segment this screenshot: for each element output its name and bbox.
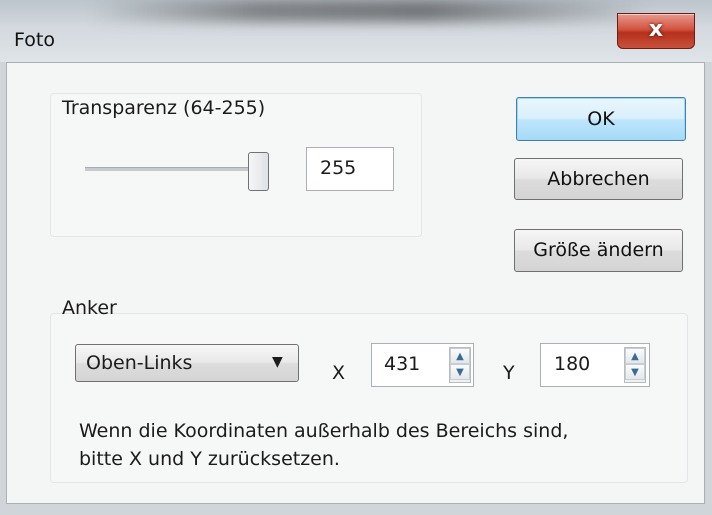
close-button[interactable]: x xyxy=(617,13,695,49)
title-bar[interactable]: Foto x xyxy=(0,0,712,62)
y-spinner-down-icon[interactable]: ▼ xyxy=(625,364,645,380)
transparency-slider-thumb[interactable] xyxy=(248,152,269,191)
title-bar-background xyxy=(90,0,650,22)
y-spinner[interactable]: ▲ ▼ xyxy=(624,347,646,383)
resize-button[interactable]: Größe ändern xyxy=(514,229,683,272)
x-spinner-up-icon[interactable]: ▲ xyxy=(450,348,470,364)
transparency-slider-track[interactable] xyxy=(85,167,267,171)
y-spinner-up-icon[interactable]: ▲ xyxy=(625,348,645,364)
anchor-label: Anker xyxy=(62,297,117,319)
dialog-body: Transparenz (64-255) 255 OK Abbrechen Gr… xyxy=(6,62,705,504)
y-label: Y xyxy=(503,362,515,384)
cancel-button[interactable]: Abbrechen xyxy=(514,158,683,200)
chevron-down-icon: ▼ xyxy=(272,354,283,370)
transparency-label: Transparenz (64-255) xyxy=(62,97,266,119)
x-spinner-down-icon[interactable]: ▼ xyxy=(450,364,470,380)
ok-button[interactable]: OK xyxy=(516,97,686,141)
window-title: Foto xyxy=(14,29,55,51)
close-icon: x xyxy=(648,17,664,42)
coordinate-hint-line-2: bitte X und Y zurücksetzen. xyxy=(79,448,340,470)
transparency-input[interactable]: 255 xyxy=(306,147,394,191)
dialog-window: Foto x Transparenz (64-255) 255 OK Abbre… xyxy=(0,0,712,515)
coordinate-hint: Wenn die Koordinaten außerhalb des Berei… xyxy=(79,417,568,473)
coordinate-hint-line-1: Wenn die Koordinaten außerhalb des Berei… xyxy=(79,420,569,442)
x-label: X xyxy=(332,362,346,384)
anchor-dropdown-value: Oben-Links xyxy=(86,352,193,374)
anchor-dropdown[interactable]: Oben-Links ▼ xyxy=(75,344,299,382)
x-spinner[interactable]: ▲ ▼ xyxy=(449,347,471,383)
